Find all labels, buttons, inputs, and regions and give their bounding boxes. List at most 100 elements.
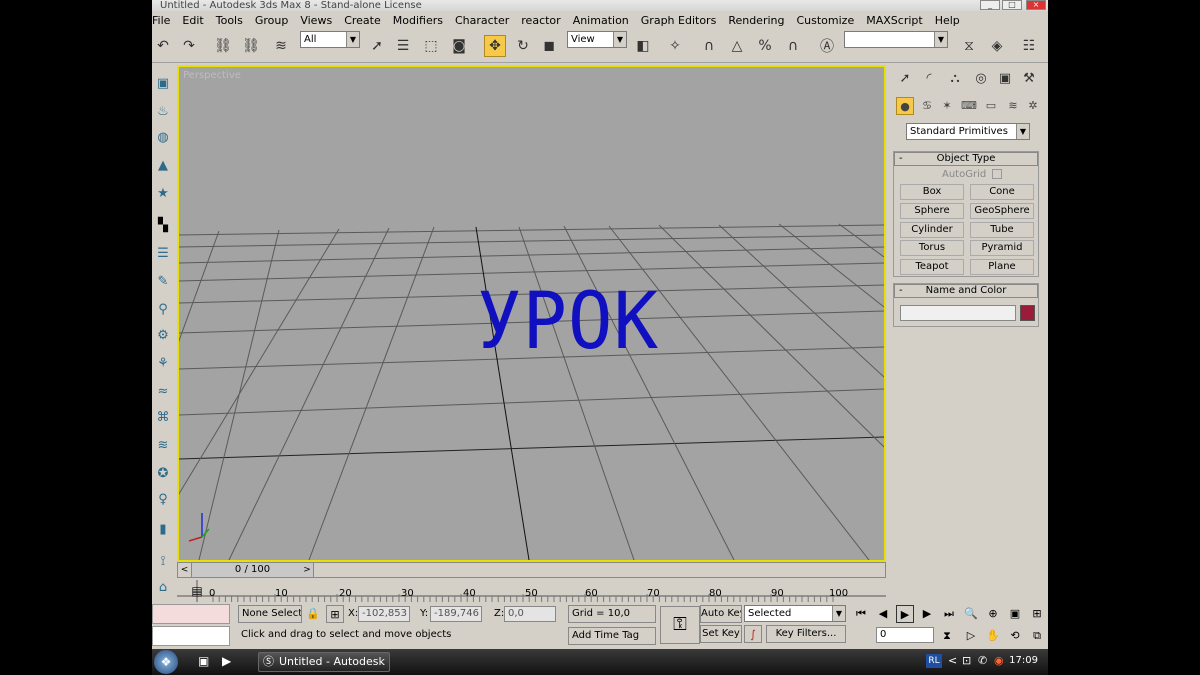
redo-icon[interactable]: ↷ — [178, 35, 200, 57]
menu-animation[interactable]: Animation — [567, 14, 635, 27]
create-spacewarp-icon[interactable]: ⌘ — [153, 407, 173, 429]
z-coordinate-field[interactable]: 0,0 — [504, 606, 556, 622]
object-type-header[interactable]: - Object Type — [894, 152, 1038, 166]
menu-views[interactable]: Views — [294, 14, 338, 27]
box-button[interactable]: Box — [900, 184, 964, 200]
helpers-icon[interactable]: ▭ — [982, 97, 1000, 115]
absolute-mode-icon[interactable]: ⊞ — [326, 605, 344, 623]
create-cylinder-icon[interactable]: ☰ — [153, 243, 173, 265]
menu-maxscript[interactable]: MAXScript — [860, 14, 928, 27]
next-frame-icon[interactable]: ▶ — [918, 605, 936, 623]
sphere-button[interactable]: Sphere — [900, 203, 964, 219]
menu-create[interactable]: Create — [338, 14, 387, 27]
category-dropdown[interactable]: Standard Primitives ▼ — [906, 123, 1030, 140]
taskbar-item-3dsmax[interactable]: Ⓢ Untitled - Autodesk ... — [258, 652, 390, 675]
select-object-icon[interactable]: ➚ — [366, 35, 388, 57]
tray-security-icon[interactable]: ✆ — [978, 654, 987, 667]
x-coordinate-field[interactable]: -102,853 — [358, 606, 410, 622]
time-slider-thumb[interactable]: 0 / 100 — [192, 563, 314, 577]
create-star-icon[interactable]: ★ — [153, 183, 173, 205]
layer-manager-icon[interactable]: ☷ — [1018, 35, 1040, 57]
set-key-button[interactable]: Set Key — [700, 625, 742, 643]
select-and-scale-icon[interactable]: ◼ — [538, 35, 560, 57]
object-color-swatch[interactable] — [1020, 305, 1035, 321]
pyramid-button[interactable]: Pyramid — [970, 240, 1034, 256]
curve-editor-icon[interactable]: ∫ — [744, 625, 762, 643]
menu-customize[interactable]: Customize — [790, 14, 860, 27]
select-by-name-icon[interactable]: ☰ — [392, 35, 414, 57]
quicklaunch-player-icon[interactable]: ▶ — [222, 654, 231, 668]
tube-button[interactable]: Tube — [970, 222, 1034, 238]
manipulate-icon[interactable]: ✧ — [664, 35, 686, 57]
create-ripple-icon[interactable]: ≋ — [153, 435, 173, 457]
start-button[interactable]: ❖ — [154, 650, 178, 674]
create-figure-icon[interactable]: ♀ — [153, 489, 173, 511]
align-icon[interactable]: ◈ — [986, 35, 1008, 57]
go-to-end-icon[interactable]: ⏭ — [940, 605, 958, 623]
maximize-button[interactable]: □ — [1002, 0, 1022, 10]
object-name-input[interactable] — [900, 305, 1016, 321]
create-box-icon[interactable]: ▣ — [153, 73, 173, 95]
zoom-extents-all-icon[interactable]: ⊞ — [1028, 605, 1046, 623]
motion-tab-icon[interactable]: ◎ — [970, 68, 992, 90]
arc-rotate-icon[interactable]: ⟲ — [1006, 627, 1024, 645]
display-tab-icon[interactable]: ▣ — [994, 68, 1016, 90]
utilities-tab-icon[interactable]: ⚒ — [1018, 68, 1040, 90]
tray-expand-icon[interactable]: < — [948, 654, 957, 667]
create-misc-icon[interactable]: ⟟ — [153, 551, 173, 573]
cameras-icon[interactable]: ⌨ — [960, 97, 978, 115]
edit-named-selection-icon[interactable]: Ⓐ — [816, 35, 838, 57]
menu-character[interactable]: Character — [449, 14, 515, 27]
named-selection-dropdown[interactable]: ▼ — [844, 31, 948, 48]
unlink-icon[interactable]: ⛓ — [240, 35, 262, 57]
systems-icon[interactable]: ✲ — [1024, 97, 1042, 115]
current-frame-field[interactable]: 0 — [876, 627, 934, 643]
auto-key-button[interactable]: Auto Key — [700, 605, 742, 623]
name-color-header[interactable]: - Name and Color — [894, 284, 1038, 298]
spacewarps-icon[interactable]: ≋ — [1004, 97, 1022, 115]
percent-snap-icon[interactable]: % — [754, 35, 776, 57]
checker-icon[interactable]: ▚ — [153, 215, 173, 237]
shapes-icon[interactable]: ♋ — [918, 97, 936, 115]
cone-button[interactable]: Cone — [970, 184, 1034, 200]
play-icon[interactable]: ▶ — [896, 605, 914, 623]
maximize-viewport-icon[interactable]: ⧉ — [1028, 627, 1046, 645]
create-teapot-icon[interactable]: ♨ — [153, 101, 173, 123]
maxscript-listener-pink[interactable] — [152, 604, 230, 624]
menu-file[interactable]: File — [152, 14, 176, 27]
menu-graph-editors[interactable]: Graph Editors — [635, 14, 723, 27]
hierarchy-tab-icon[interactable]: ⛬ — [944, 68, 966, 90]
menu-modifiers[interactable]: Modifiers — [387, 14, 449, 27]
y-coordinate-field[interactable]: -189,746 — [430, 606, 482, 622]
plane-button[interactable]: Plane — [970, 259, 1034, 275]
modify-tab-icon[interactable]: ◜ — [918, 68, 940, 90]
create-helper-icon[interactable]: ⌂ — [153, 577, 173, 599]
close-button[interactable]: × — [1026, 0, 1046, 10]
pivot-center-icon[interactable]: ◧ — [632, 35, 654, 57]
perspective-viewport[interactable]: Perspective УРОК — [177, 65, 886, 562]
window-crossing-icon[interactable]: ◙ — [448, 35, 470, 57]
menu-tools[interactable]: Tools — [210, 14, 249, 27]
maxscript-listener-white[interactable] — [152, 626, 230, 646]
quicklaunch-media-icon[interactable]: ▣ — [198, 654, 209, 668]
rectangular-selection-icon[interactable]: ⬚ — [420, 35, 442, 57]
create-tab-icon[interactable]: ➚ — [894, 68, 916, 90]
select-and-rotate-icon[interactable]: ↻ — [512, 35, 534, 57]
zoom-all-icon[interactable]: ⊕ — [984, 605, 1002, 623]
field-of-view-icon[interactable]: ▷ — [962, 627, 980, 645]
zoom-extents-icon[interactable]: ▣ — [1006, 605, 1024, 623]
tray-app-icon[interactable]: ◉ — [994, 654, 1004, 667]
menu-edit[interactable]: Edit — [176, 14, 209, 27]
torus-button[interactable]: Torus — [900, 240, 964, 256]
go-to-start-icon[interactable]: ⏮ — [852, 605, 870, 623]
language-indicator[interactable]: RL — [926, 654, 942, 668]
set-key-icon[interactable]: ⚿ — [660, 606, 700, 644]
snap-toggle-icon[interactable]: ∩ — [698, 35, 720, 57]
bind-spacewarp-icon[interactable]: ≋ — [270, 35, 292, 57]
pan-icon[interactable]: ✋ — [984, 627, 1002, 645]
time-prev-icon[interactable]: < — [178, 563, 192, 577]
create-light-icon[interactable]: ⚲ — [153, 299, 173, 321]
mirror-icon[interactable]: ⧖ — [958, 35, 980, 57]
reference-coordinate-dropdown[interactable]: View ▼ — [567, 31, 627, 48]
menu-rendering[interactable]: Rendering — [722, 14, 790, 27]
